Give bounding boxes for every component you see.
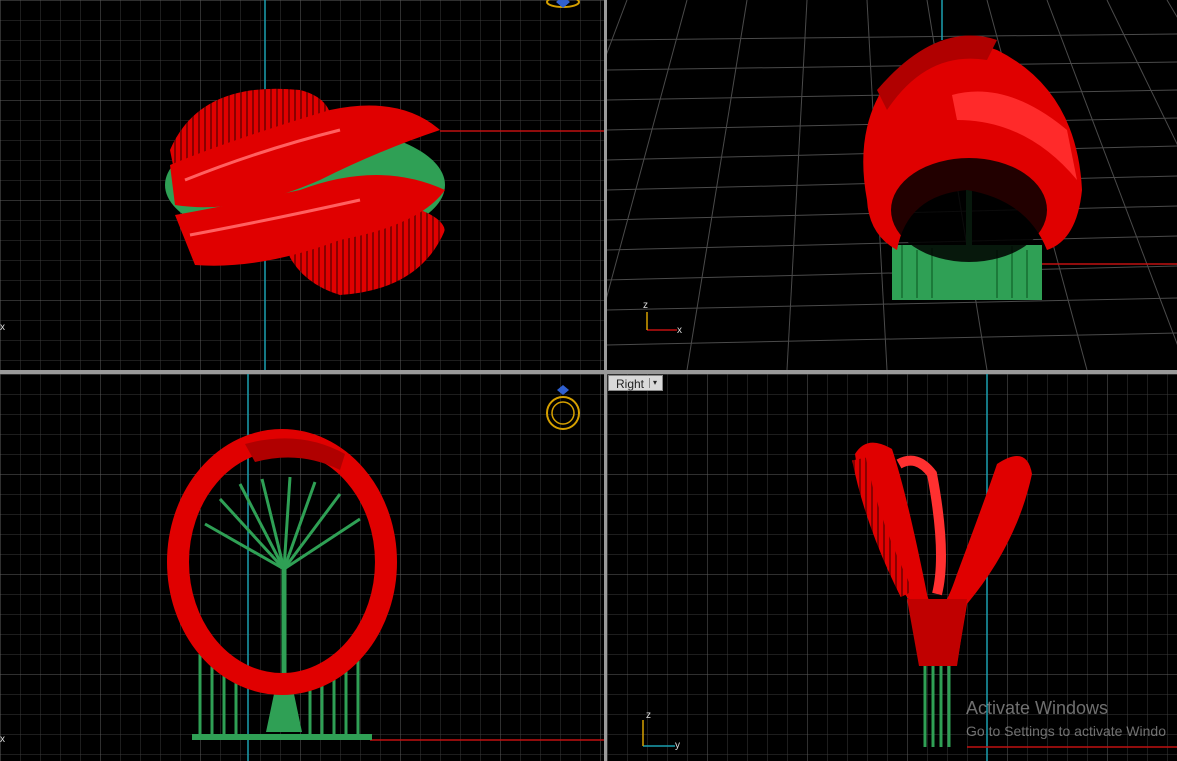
view-label-text: Right — [616, 377, 645, 391]
axis-label-z-perspective: z — [643, 300, 648, 311]
ring-model-top[interactable] — [165, 88, 445, 295]
axis-label-x-perspective: x — [677, 325, 682, 336]
viewport-top[interactable]: x — [0, 0, 604, 370]
viewport-divider-vertical[interactable] — [604, 0, 607, 761]
viewport-perspective[interactable]: z x — [607, 0, 1177, 370]
axis-label-x-front: x — [0, 734, 5, 745]
view-label-right-dropdown[interactable]: Right ▾ — [608, 375, 664, 391]
ring-model-perspective[interactable] — [863, 35, 1082, 300]
chevron-down-icon[interactable]: ▾ — [649, 378, 660, 388]
viewport-divider-horizontal[interactable] — [0, 370, 1177, 374]
axis-label-z-right: z — [646, 710, 651, 721]
activation-watermark-subtitle: Go to Settings to activate Windo — [966, 723, 1166, 739]
axis-label-x-top: x — [0, 322, 5, 333]
axis-label-y-right: y — [675, 740, 680, 751]
activation-watermark-title: Activate Windows — [966, 698, 1109, 718]
viewport-front[interactable]: x — [0, 374, 604, 761]
axis-triad-perspective — [646, 312, 677, 331]
